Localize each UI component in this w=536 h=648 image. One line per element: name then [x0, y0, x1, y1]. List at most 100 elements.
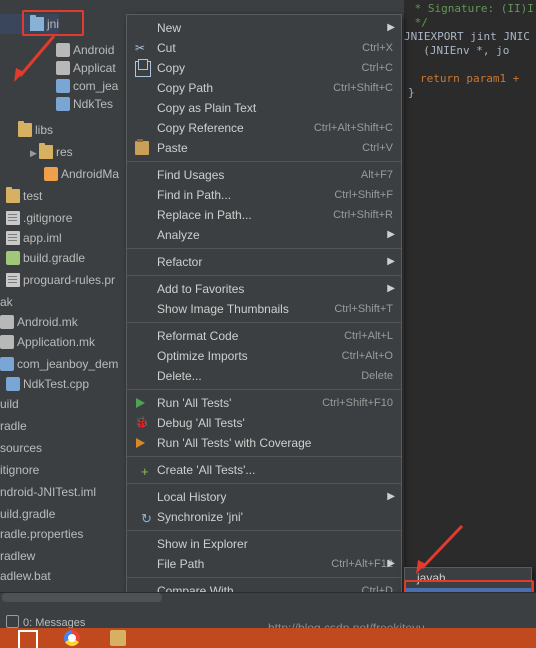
menu-item-debug-all-tests[interactable]: Debug 'All Tests'	[127, 413, 401, 433]
tree-item-label: com_jea	[73, 79, 119, 93]
tree-item-applicat[interactable]: Applicat	[0, 58, 116, 78]
menu-item-shortcut: Ctrl+Alt+Shift+C	[313, 122, 393, 134]
tree-item-build-gradle[interactable]: build.gradle	[0, 248, 85, 268]
menu-item-copy-as-plain-text[interactable]: Copy as Plain Text	[127, 98, 401, 118]
menu-item-create-all-tests[interactable]: + Create 'All Tests'...	[127, 460, 401, 480]
menu-item-shortcut: Ctrl+Shift+F10	[322, 397, 393, 409]
menu-item-label: New	[157, 21, 182, 35]
tree-item-label: NdkTest.cpp	[23, 377, 90, 391]
file-explorer-icon[interactable]	[110, 630, 126, 646]
menu-item-label: Optimize Imports	[157, 349, 248, 363]
menu-item-find-usages[interactable]: Find Usages Alt+F7	[127, 165, 401, 185]
menu-item-file-path[interactable]: File Path Ctrl+Alt+F12 ▶	[127, 554, 401, 574]
menu-item-analyze[interactable]: Analyze ▶	[127, 225, 401, 245]
horizontal-scrollbar-thumb[interactable]	[2, 593, 162, 602]
tree-item-res[interactable]: ▶ res	[0, 142, 73, 162]
code-line: * Signature: (II)I	[408, 2, 534, 15]
plus-icon: +	[141, 464, 149, 479]
chevron-right-icon: ▶	[387, 229, 395, 240]
menu-item-add-to-favorites[interactable]: Add to Favorites ▶	[127, 279, 401, 299]
tree-item-com-jeanboy-dem[interactable]: com_jeanboy_dem	[0, 354, 118, 374]
horizontal-scrollbar-area[interactable]	[0, 592, 536, 613]
tree-item-test[interactable]: test	[0, 186, 42, 206]
tree-item-androidma[interactable]: AndroidMa	[0, 164, 119, 184]
tree-item-proguard-rules-pr[interactable]: proguard-rules.pr	[0, 270, 115, 290]
chevron-right-icon[interactable]: ▶	[30, 143, 39, 163]
menu-item-shortcut: Ctrl+V	[362, 142, 393, 154]
chrome-icon[interactable]	[64, 630, 80, 646]
menu-separator	[127, 248, 401, 249]
taskbar[interactable]	[0, 628, 536, 648]
windows-start-icon[interactable]	[18, 630, 38, 648]
menu-item-cut[interactable]: Cut Ctrl+X	[127, 38, 401, 58]
tree-item-ndktes[interactable]: NdkTes	[0, 94, 113, 114]
menu-item-shortcut: Ctrl+Shift+R	[333, 209, 393, 221]
tree-item-ndktest-cpp[interactable]: NdkTest.cpp	[0, 374, 89, 394]
tree-item-label: Applicat	[73, 61, 116, 75]
sync-icon: ↻	[135, 510, 152, 526]
tree-item-adlew-bat[interactable]: adlew.bat	[0, 566, 51, 586]
menu-item-label: Show Image Thumbnails	[157, 302, 289, 316]
tree-item-uild[interactable]: uild	[0, 394, 19, 414]
menu-item-label: Reformat Code	[157, 329, 239, 343]
menu-item-label: Analyze	[157, 228, 200, 242]
menu-item-label: Copy as Plain Text	[157, 101, 257, 115]
tree-item-label: ndroid-JNITest.iml	[0, 485, 97, 499]
context-menu[interactable]: New ▶ Cut Ctrl+X Copy Ctrl+C Copy Path Ctrl+Shi…	[126, 14, 402, 648]
file-mk-icon	[0, 335, 14, 349]
menu-item-label: Local History	[157, 490, 227, 504]
tree-item-label: uild.gradle	[0, 507, 56, 521]
menu-item-label: Synchronize 'jni'	[157, 510, 243, 524]
tree-item-label: Android	[73, 43, 115, 57]
debug-icon	[135, 413, 149, 433]
run-icon	[135, 396, 149, 410]
menu-item-reformat-code[interactable]: Reformat Code Ctrl+Alt+L	[127, 326, 401, 346]
tree-item-ak[interactable]: ak	[0, 292, 13, 312]
menu-item-run-all-tests-with-coverage[interactable]: Run 'All Tests' with Coverage	[127, 433, 401, 453]
tree-item-sources[interactable]: sources	[0, 438, 42, 458]
menu-item-run-all-tests[interactable]: Run 'All Tests' Ctrl+Shift+F10	[127, 393, 401, 413]
menu-item-local-history[interactable]: Local History ▶	[127, 487, 401, 507]
tree-item-radlew[interactable]: radlew	[0, 546, 35, 566]
tree-item-label: Android.mk	[17, 315, 78, 329]
tree-item-radle[interactable]: radle	[0, 416, 27, 436]
tree-item-label: AndroidMa	[61, 167, 120, 181]
menu-item-label: Find in Path...	[157, 188, 232, 202]
tree-item-app-iml[interactable]: app.iml	[0, 228, 62, 248]
menu-item-copy-path[interactable]: Copy Path Ctrl+Shift+C	[127, 78, 401, 98]
menu-item-copy[interactable]: Copy Ctrl+C	[127, 58, 401, 78]
menu-item-replace-in-path[interactable]: Replace in Path... Ctrl+Shift+R	[127, 205, 401, 225]
code-line: (JNIEnv *, jo	[410, 44, 510, 57]
menu-item-delete[interactable]: Delete... Delete	[127, 366, 401, 386]
menu-item-synchronize-jni[interactable]: ↻ Synchronize 'jni'	[127, 507, 401, 527]
tree-item-itignore[interactable]: itignore	[0, 460, 39, 480]
menu-item-copy-reference[interactable]: Copy Reference Ctrl+Alt+Shift+C	[127, 118, 401, 138]
menu-item-new[interactable]: New ▶	[127, 18, 401, 38]
tree-item-application-mk[interactable]: Application.mk	[0, 332, 95, 352]
tree-item-label: ak	[0, 295, 13, 309]
menu-separator	[127, 577, 401, 578]
file-doc-icon	[6, 211, 20, 225]
menu-item-find-in-path[interactable]: Find in Path... Ctrl+Shift+F	[127, 185, 401, 205]
menu-item-refactor[interactable]: Refactor ▶	[127, 252, 401, 272]
menu-item-shortcut: Ctrl+X	[362, 42, 393, 54]
menu-item-show-image-thumbnails[interactable]: Show Image Thumbnails Ctrl+Shift+T	[127, 299, 401, 319]
menu-separator	[127, 389, 401, 390]
editor-pane[interactable]: * Signature: (II)I */ JNIEXPORT jint JNI…	[404, 0, 536, 592]
tree-item-gitignore[interactable]: .gitignore	[0, 208, 72, 228]
tree-item-radle-properties[interactable]: radle.properties	[0, 524, 83, 544]
menu-item-shortcut: Delete	[361, 370, 393, 382]
tree-item-label: uild	[0, 397, 19, 411]
menu-item-paste[interactable]: Paste Ctrl+V	[127, 138, 401, 158]
tree-item-ndroid-jnitest-iml[interactable]: ndroid-JNITest.iml	[0, 482, 96, 502]
file-grd-icon	[6, 251, 20, 265]
tree-item-label: res	[56, 145, 73, 159]
tree-item-libs[interactable]: libs	[0, 120, 53, 140]
tree-item-com-jea[interactable]: com_jea	[0, 76, 118, 96]
tree-item-android-mk[interactable]: Android.mk	[0, 312, 78, 332]
menu-item-show-in-explorer[interactable]: Show in Explorer	[127, 534, 401, 554]
tree-item-android[interactable]: Android	[0, 40, 114, 60]
tree-item-uild-gradle[interactable]: uild.gradle	[0, 504, 55, 524]
file-mk-icon	[56, 43, 70, 57]
menu-item-optimize-imports[interactable]: Optimize Imports Ctrl+Alt+O	[127, 346, 401, 366]
